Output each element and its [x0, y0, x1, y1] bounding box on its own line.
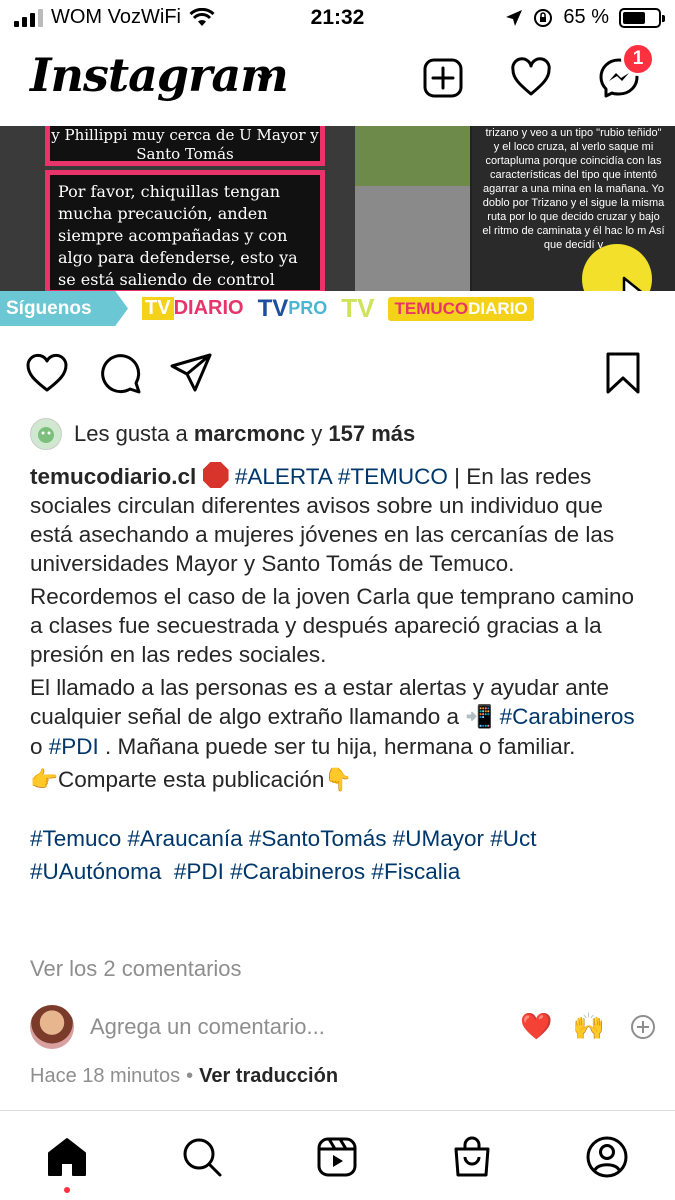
caption-username[interactable]: temucodiario.cl	[30, 464, 196, 489]
hashtag[interactable]: #Carabineros	[500, 704, 635, 729]
battery-fill	[623, 11, 646, 24]
post-actions	[0, 350, 675, 396]
post-caption: temucodiario.cl #ALERTA #TEMUCO | En las…	[30, 462, 650, 890]
orientation-lock-icon	[534, 8, 553, 27]
story-card-top: y Phillippi muy cerca de U Mayor y Santo…	[45, 126, 325, 166]
likes-summary[interactable]: Les gusta a marcmonc y 157 más	[30, 418, 415, 450]
quick-heart-reaction[interactable]: ❤️	[520, 1012, 552, 1042]
chevron-down-icon[interactable]	[255, 68, 275, 88]
see-translation-link[interactable]: Ver traducción	[199, 1065, 338, 1087]
post-image-left-panel: y Phillippi muy cerca de U Mayor y Santo…	[0, 126, 355, 311]
messages-badge: 1	[621, 42, 655, 76]
caption-paragraph-3: El llamado a las personas es a estar ale…	[30, 675, 635, 759]
quick-hands-reaction[interactable]: 🙌	[573, 1012, 605, 1042]
app-header: Instagram 1	[0, 40, 675, 120]
pointing-down-icon: 👇	[324, 767, 353, 793]
hashtag[interactable]: #PDI	[49, 734, 99, 759]
battery-icon	[619, 7, 665, 28]
caption-paragraph-2: Recordemos el caso de la joven Carla que…	[30, 584, 635, 667]
location-arrow-icon	[506, 9, 523, 26]
tvpro-logo: TV PRO	[257, 294, 328, 322]
temucodiario-logo: TEMUCO DIARIO	[388, 296, 534, 321]
save-icon[interactable]	[600, 350, 646, 396]
profile-icon[interactable]	[585, 1135, 629, 1179]
view-comments-link[interactable]: Ver los 2 comentarios	[30, 956, 242, 982]
bottom-nav	[0, 1110, 675, 1200]
comment-input-row: Agrega un comentario... ❤️ 🙌	[30, 1004, 655, 1050]
likes-count[interactable]: 157 más	[328, 421, 415, 447]
tvdiario-logo: TV DIARIO	[142, 297, 244, 320]
home-icon[interactable]	[45, 1135, 89, 1179]
caption-hashtags-line-1[interactable]: #Temuco #Araucanía #SantoTomás #UMayor #…	[30, 824, 650, 853]
pointing-right-icon: 👉	[30, 767, 59, 793]
siguenos-label: Síguenos	[0, 291, 128, 326]
battery-percent: 65 %	[563, 6, 609, 28]
post-timestamp: Hace 18 minutos	[30, 1065, 181, 1087]
liker-username[interactable]: marcmonc	[194, 421, 305, 447]
story-card-main: Por favor, chiquillas tengan mucha preca…	[45, 170, 325, 311]
caption-paragraph-4: 👉Comparte esta publicación👇	[30, 767, 353, 793]
post-meta: Hace 18 minutos • Ver traducción	[30, 1065, 339, 1087]
share-icon[interactable]	[168, 350, 214, 396]
caption-hashtags-line-2[interactable]: #UAutónoma #PDI #Carabineros #Fiscalia	[30, 857, 650, 886]
search-icon[interactable]	[180, 1135, 224, 1179]
add-emoji-icon[interactable]	[631, 1015, 655, 1039]
instagram-logo[interactable]: Instagram	[30, 48, 289, 102]
like-icon[interactable]	[24, 350, 70, 396]
reels-icon[interactable]	[315, 1135, 359, 1179]
heart-icon[interactable]	[509, 56, 553, 100]
comment-input[interactable]: Agrega un comentario...	[90, 1014, 500, 1040]
stop-sign-icon	[202, 462, 229, 488]
comment-icon[interactable]	[97, 350, 143, 396]
status-bar: WOM VozWiFi 21:32 65 %	[0, 0, 675, 38]
home-active-dot	[64, 1187, 70, 1193]
phone-arrow-icon: 📲	[465, 704, 494, 730]
caption-paragraph-1: temucodiario.cl #ALERTA #TEMUCO | En las…	[30, 462, 615, 576]
avatar[interactable]	[30, 1005, 74, 1049]
status-right: 65 %	[505, 6, 665, 29]
tvplay-logo: TV	[341, 293, 375, 323]
post-image[interactable]: y Phillippi muy cerca de U Mayor y Santo…	[0, 126, 675, 326]
shop-icon[interactable]	[450, 1135, 494, 1179]
hashtag[interactable]: #ALERTA	[235, 464, 332, 489]
new-post-icon[interactable]	[421, 56, 465, 100]
hashtag[interactable]: #TEMUCO	[338, 464, 448, 489]
post-image-photo	[355, 126, 470, 291]
liker-avatar[interactable]	[30, 418, 62, 450]
brand-strip: Síguenos TV DIARIO TV PRO TV TEMUCO DIARIO	[0, 291, 675, 326]
